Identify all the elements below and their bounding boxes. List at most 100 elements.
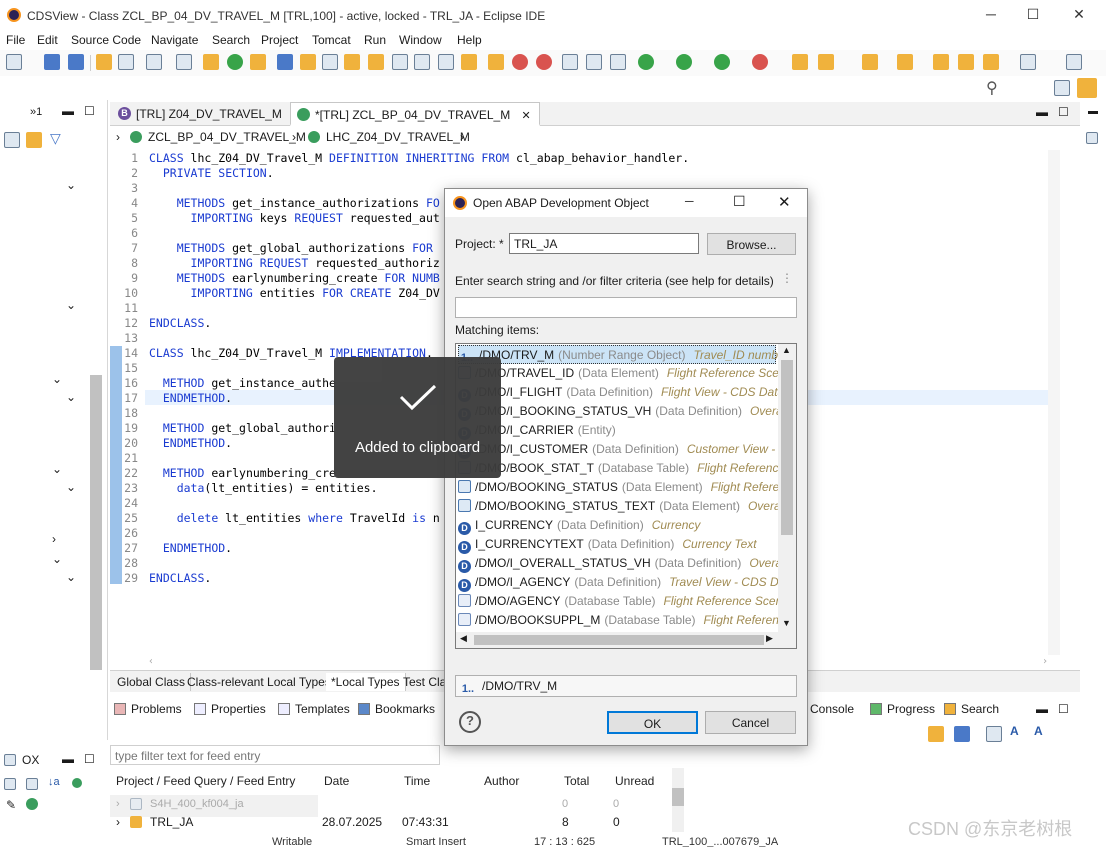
minimize-feed-button[interactable]: ▬ [62,752,74,766]
run-icon[interactable] [676,54,692,70]
tab-class[interactable]: *[TRL] ZCL_BP_04_DV_TRAVEL_M ✕ [290,102,540,126]
menu-run[interactable]: Run [364,33,386,47]
list-item[interactable]: /DMO/AGENCY (Database Table) Flight Refere… [458,592,789,611]
link-icon[interactable] [176,54,192,70]
menu-source-code[interactable]: Source Code [71,33,141,47]
code-line[interactable]: ENDMETHOD. [149,391,232,405]
minimize-views-button[interactable]: ▬ [1036,702,1048,716]
forward-edit-icon[interactable] [958,54,974,70]
feed-add-icon[interactable] [4,778,16,790]
code-line[interactable]: delete lt_entities where TravelId is n [149,511,440,525]
code-line[interactable]: METHODS earlynumbering_create FOR NUMB [149,271,440,285]
open-object-icon[interactable] [203,54,219,70]
feed-filter-input[interactable]: type filter text for feed entry [110,745,440,765]
outline-view-icon[interactable] [1086,132,1098,144]
dialog-minimize-button[interactable]: ─ [685,194,694,208]
properties-view[interactable]: Properties [194,702,266,716]
code-line[interactable]: METHOD get_instance_authe [149,376,336,390]
search-tool-icon[interactable] [818,54,834,70]
column-header-unread[interactable]: Unread [615,774,654,788]
minimize-button[interactable]: ─ [976,6,1006,26]
dialog-close-button[interactable]: ✕ [778,193,791,211]
maximize-editor-button[interactable]: ☐ [1058,105,1069,119]
list-item[interactable]: D/DMO/I_OVERALL_STATUS_VH (Data Definitio… [458,554,787,573]
menu-edit[interactable]: Edit [37,33,58,47]
increase-font-icon[interactable]: A [1010,724,1019,738]
tree-expand-icon[interactable]: ⌄ [52,372,62,386]
list-item[interactable]: /DMO/BOOKSUPPL_M (Database Table) Flight R… [458,611,785,630]
network-icon[interactable] [322,54,338,70]
filter-icon[interactable]: ▽ [50,130,61,147]
list-item[interactable]: /DMO/BOOKING_STATUS (Data Element) Flight … [458,478,786,497]
feed-menu-icon[interactable] [954,726,970,742]
list-item[interactable]: D I_CURRENCYTEXT (Data Definition) Currency… [458,535,757,554]
minimize-editor-button[interactable]: ▬ [1036,105,1048,119]
code-line[interactable]: IMPORTING keys REQUEST requested_aut [149,211,440,225]
code-line[interactable]: METHOD get_global_authori [149,421,336,435]
coverage-icon[interactable] [714,54,730,70]
feed-sync-icon[interactable] [26,798,38,810]
code-line[interactable]: data(lt_entities) = entities. [149,481,378,495]
next-annotation-icon[interactable] [862,54,878,70]
table-row[interactable]: › TRL_JA 28.07.2025 07:43:31 8 0 [110,814,670,832]
close-button[interactable]: ✕ [1064,6,1094,26]
list-item[interactable]: D/DMO/I_CUSTOMER(Data Definition)Custome… [458,440,787,459]
search-options-icon[interactable]: ⋮ [781,271,793,285]
tree-expand-icon[interactable]: ⌄ [66,298,76,312]
feed-tools-icon[interactable]: ✎ [6,798,16,812]
activate-icon[interactable] [277,54,293,70]
save-template-icon[interactable] [562,54,578,70]
list-item[interactable]: /DMO/TRAVEL_ID (Data Element) Flight Refer… [458,364,792,383]
pilcrow-icon[interactable] [610,54,626,70]
console-view[interactable]: Console [810,702,854,716]
menu-tomcat[interactable]: Tomcat [312,33,351,47]
stop-icon[interactable] [536,54,552,70]
close-tab-icon[interactable]: ✕ [522,110,531,122]
link-with-editor-icon[interactable] [26,132,42,148]
tree-expand-icon[interactable]: ⌄ [66,178,76,192]
column-header-date[interactable]: Date [324,774,349,788]
list-item[interactable]: 1../DMO/TRV_M(Number Range Object)Travel… [458,345,785,364]
minimize-icon[interactable]: ▬ [1088,106,1098,117]
print-icon[interactable] [986,726,1002,742]
list-item[interactable]: /DMO/BOOK_STAT_T (Database Table) Flight R… [458,459,785,478]
feed-status-icon[interactable] [72,778,82,788]
tree-expand-icon[interactable]: ⌄ [66,480,76,494]
tree-expand-icon[interactable]: ⌄ [66,390,76,404]
list-item[interactable]: /DMO/BOOKING_STATUS_TEXT (Data Element) Ov… [458,497,796,516]
maximize-feed-button[interactable]: ☐ [84,752,95,766]
star-icon[interactable] [300,54,316,70]
check-icon[interactable] [250,54,266,70]
tab-global-class[interactable]: Global Class [112,673,192,691]
pen-icon[interactable] [488,54,504,70]
list-item[interactable]: D/DMO/I_BOOKING_STATUS_VH(Data Definitio… [458,402,783,421]
code-line[interactable]: IMPORTING REQUEST requested_authoriz [149,256,440,270]
tree-expand-icon[interactable]: ⌄ [52,462,62,476]
back-icon[interactable] [933,54,949,70]
code-line[interactable]: PRIVATE SECTION. [149,166,274,180]
new-icon[interactable] [6,54,22,70]
run-abap-icon[interactable] [227,54,243,70]
console-icon[interactable] [146,54,162,70]
minimized-views-label[interactable]: »1 [30,106,42,118]
list-item[interactable]: D I_CURRENCY (Data Definition) Currency [458,516,700,535]
tree-expand-icon[interactable]: ⌄ [66,570,76,584]
document-icon[interactable] [392,54,408,70]
tree-collapse-icon[interactable]: › [52,532,56,546]
menu-window[interactable]: Window [399,33,442,47]
save-icon[interactable] [44,54,60,70]
progress-view[interactable]: Progress [870,702,935,716]
project-input[interactable]: TRL_JA [509,233,699,254]
menu-project[interactable]: Project [261,33,298,47]
pin-icon[interactable] [438,54,454,70]
code-line[interactable]: ENDCLASS. [149,316,211,330]
menu-file[interactable]: File [6,33,25,47]
maximize-view-button[interactable]: ☐ [84,104,95,118]
column-header-author[interactable]: Author [484,774,519,788]
menu-help[interactable]: Help [457,33,482,47]
list-vertical-scrollbar[interactable]: ▲ ▼ [778,344,796,634]
tab-class-relevant-local-types[interactable]: Class-relevant Local Types [182,673,337,691]
forward-nav-icon[interactable] [1020,54,1036,70]
browse-button[interactable]: Browse... [707,233,796,255]
refresh-feed-icon[interactable] [928,726,944,742]
